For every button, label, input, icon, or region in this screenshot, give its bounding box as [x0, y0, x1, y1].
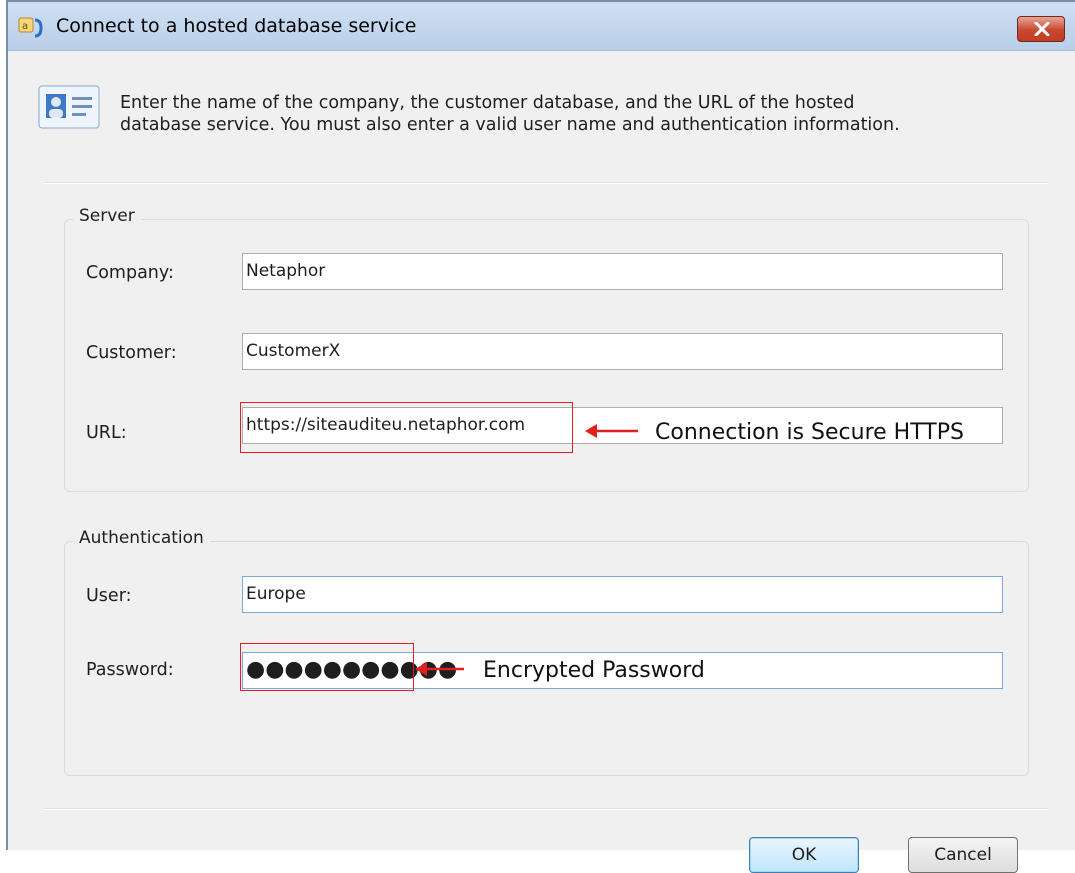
- url-label: URL:: [86, 423, 127, 443]
- password-label: Password:: [86, 660, 174, 680]
- company-input[interactable]: Netaphor: [242, 253, 1003, 290]
- server-group-label: Server: [73, 206, 141, 226]
- customer-input[interactable]: CustomerX: [242, 333, 1003, 370]
- user-input[interactable]: Europe: [242, 576, 1003, 613]
- window-title: Connect to a hosted database service: [56, 15, 417, 37]
- url-arrow-icon: [585, 424, 638, 438]
- close-button[interactable]: [1017, 16, 1065, 42]
- separator-top: [42, 182, 1049, 184]
- instructions-line-2: database service. You must also enter a …: [120, 115, 900, 135]
- company-label: Company:: [86, 263, 174, 283]
- ok-button[interactable]: OK: [749, 837, 859, 873]
- contact-card-icon: [38, 85, 100, 129]
- password-highlight-box: [240, 643, 414, 691]
- password-annotation-text: Encrypted Password: [483, 658, 705, 683]
- title-bar: a Connect to a hosted database service: [8, 2, 1075, 51]
- database-connect-icon: a: [18, 17, 43, 38]
- svg-text:a: a: [22, 21, 28, 32]
- instructions-line-1: Enter the name of the company, the custo…: [120, 93, 855, 113]
- url-highlight-box: [240, 402, 573, 453]
- url-annotation-text: Connection is Secure HTTPS: [655, 420, 964, 445]
- separator-bottom: [42, 808, 1049, 810]
- instructions-text: Enter the name of the company, the custo…: [120, 92, 1020, 136]
- cancel-button[interactable]: Cancel: [908, 837, 1018, 873]
- user-label: User:: [86, 586, 132, 606]
- customer-label: Customer:: [86, 343, 177, 363]
- password-arrow-icon: [415, 662, 464, 676]
- authentication-group-label: Authentication: [73, 528, 210, 548]
- close-icon: [1034, 22, 1050, 36]
